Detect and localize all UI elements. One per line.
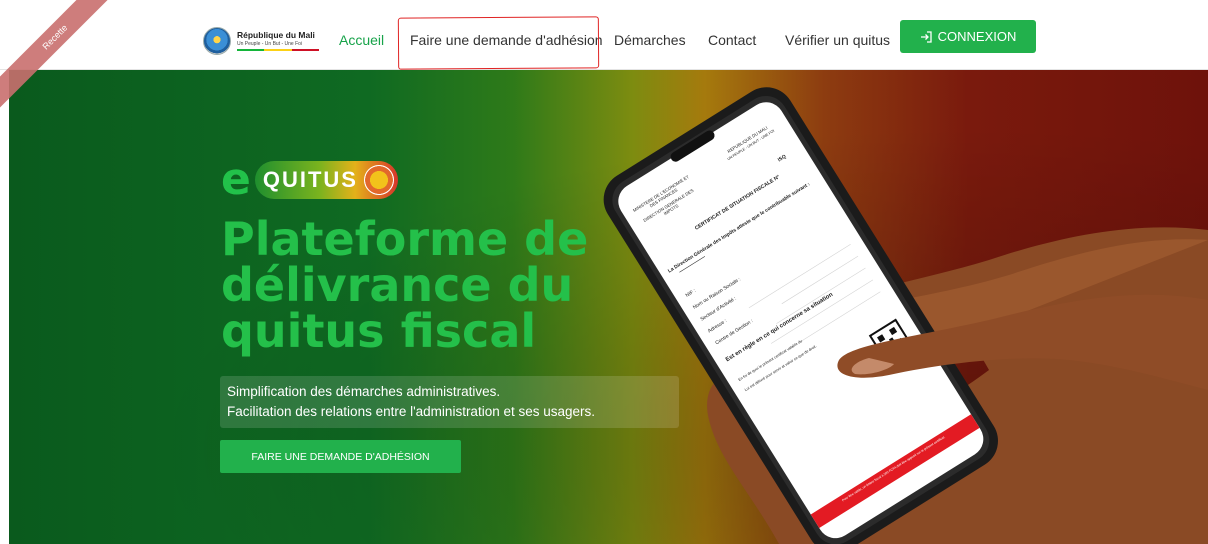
nav-accueil[interactable]: Accueil bbox=[339, 32, 384, 48]
logo-word: QUITUS bbox=[262, 167, 358, 192]
brand-logo[interactable]: République du Mali Un Peuple - Un But - … bbox=[203, 27, 319, 55]
nav-verifier-quitus[interactable]: Vérifier un quitus bbox=[785, 32, 890, 48]
nav-contact[interactable]: Contact bbox=[708, 32, 756, 48]
description-line: Facilitation des relations entre l'admin… bbox=[227, 404, 596, 419]
connexion-button[interactable]: CONNEXION bbox=[900, 20, 1036, 53]
hero-title: Plateforme de délivrance du quitus fisca… bbox=[221, 212, 589, 358]
demande-adhesion-button[interactable]: FAIRE UNE DEMANDE D'ADHÉSION bbox=[220, 440, 461, 473]
connexion-label: CONNEXION bbox=[937, 29, 1017, 44]
logo-pill: QUITUS bbox=[254, 161, 398, 199]
logo-prefix: e bbox=[221, 154, 251, 205]
brand-title: République du Mali bbox=[237, 30, 315, 41]
nav-demande-adhesion[interactable]: Faire une demande d'adhésion bbox=[410, 32, 603, 48]
hero-banner: MINISTERE DE L'ECONOMIE ET DES FINANCES … bbox=[9, 70, 1208, 544]
login-icon bbox=[920, 30, 932, 43]
flag-stripe bbox=[237, 48, 319, 51]
cta-label: FAIRE UNE DEMANDE D'ADHÉSION bbox=[251, 450, 430, 463]
description-line: Simplification des démarches administrat… bbox=[227, 384, 501, 399]
brand-motto: Un Peuple - Un But - Une Foi bbox=[237, 40, 303, 47]
mali-map-emblem-icon bbox=[363, 165, 394, 195]
mali-seal-icon bbox=[203, 27, 231, 55]
top-navbar: République du Mali Un Peuple - Un But - … bbox=[0, 0, 1208, 70]
brand-text: République du Mali Un Peuple - Un But - … bbox=[237, 31, 319, 51]
nav-demarches[interactable]: Démarches bbox=[614, 32, 686, 48]
equitus-logo: e QUITUS bbox=[221, 158, 398, 202]
hero-description: Simplification des démarches administrat… bbox=[220, 376, 679, 428]
